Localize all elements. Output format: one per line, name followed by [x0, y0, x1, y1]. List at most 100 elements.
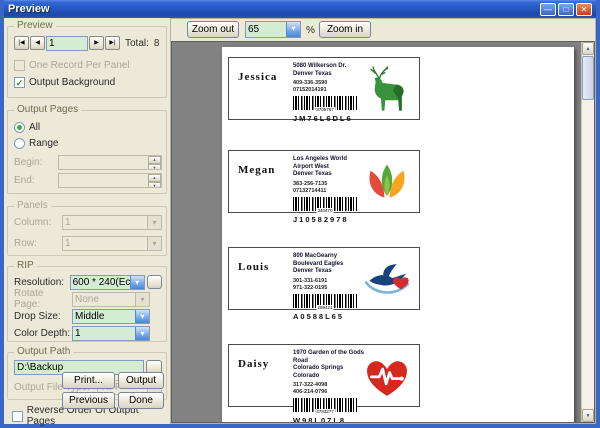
close-icon[interactable]: ✕	[576, 3, 592, 16]
color-depth-select[interactable]: 1 ▾	[72, 326, 150, 341]
all-label: All	[29, 122, 40, 133]
output-pages-group-label: Output Pages	[14, 104, 81, 115]
spin-up-icon[interactable]: ▲	[148, 156, 161, 164]
all-radio[interactable]	[14, 122, 25, 133]
begin-input[interactable]: ▲▼	[58, 155, 162, 170]
chevron-down-icon[interactable]: ▾	[130, 276, 144, 289]
spin-down-icon[interactable]: ▼	[148, 164, 161, 170]
window-title: Preview	[8, 3, 538, 15]
vertical-scrollbar[interactable]: ▲ ▼	[581, 42, 594, 422]
output-button[interactable]: Output	[118, 372, 164, 389]
lotus-logo-icon	[361, 156, 413, 208]
preview-window: Preview ― □ ✕ Preview |◀ ◀ 1 ▶ ▶| Total:…	[0, 0, 600, 428]
label-content: Los Angeles World Airport West Denver Te…	[293, 156, 367, 224]
panels-group-label: Panels	[14, 200, 51, 211]
first-record-icon[interactable]: |◀	[14, 36, 29, 50]
begin-row: Begin: ▲▼	[14, 154, 162, 170]
label-address-line1: 1970 Garden of the Gods Road	[293, 350, 367, 365]
label-code: J10582978	[293, 215, 367, 224]
end-input[interactable]: ▲▼	[58, 173, 162, 188]
zoom-out-button[interactable]: Zoom out	[187, 21, 239, 38]
window-body: Preview |◀ ◀ 1 ▶ ▶| Total: 8 One Record …	[4, 18, 596, 424]
begin-spinner[interactable]: ▲▼	[148, 156, 161, 169]
label-code: JM76L6DL6	[293, 114, 367, 123]
chevron-down-icon[interactable]: ▾	[286, 22, 300, 37]
label-code: W98L07L8	[293, 416, 367, 423]
last-record-icon[interactable]: ▶|	[105, 36, 120, 50]
scroll-down-icon[interactable]: ▼	[582, 409, 594, 422]
print-button[interactable]: Print...	[62, 372, 115, 389]
spin-down-icon[interactable]: ▼	[148, 182, 161, 188]
label-card: Megan Los Angeles World Airport West Den…	[228, 150, 420, 213]
label-name: Megan	[238, 164, 290, 176]
chevron-down-icon[interactable]: ▾	[135, 310, 149, 323]
record-number-input[interactable]: 1	[46, 36, 88, 51]
barcode: 289421	[293, 294, 357, 308]
label-phone-line1: 383-256-7135	[293, 181, 367, 188]
next-record-icon[interactable]: ▶	[89, 36, 104, 50]
barcode: 3705767	[293, 96, 357, 110]
color-depth-row: Color Depth: 1 ▾	[14, 325, 162, 341]
label-phone-line1: 301-331-6191	[293, 278, 367, 285]
preview-group: Preview |◀ ◀ 1 ▶ ▶| Total: 8 One Record …	[7, 26, 167, 98]
reverse-order-row: Reverse Order Of Output Pages	[12, 408, 166, 424]
label-phone-line2: 971-322-0195	[293, 285, 367, 292]
titlebar[interactable]: Preview ― □ ✕	[4, 0, 596, 18]
rotate-page-select[interactable]: None ▾	[72, 292, 150, 307]
maximize-icon[interactable]: □	[558, 3, 574, 16]
range-radio-row: Range	[14, 135, 162, 151]
done-button[interactable]: Done	[118, 392, 164, 409]
zoom-toolbar: Zoom out 65 ▾ % Zoom in	[171, 19, 595, 41]
zoom-in-button[interactable]: Zoom in	[319, 21, 371, 38]
column-value: 1	[65, 217, 71, 228]
drop-size-value: Middle	[75, 311, 104, 322]
label-address-line2: Denver Texas	[293, 71, 367, 79]
label-name: Daisy	[238, 358, 290, 370]
scroll-up-icon[interactable]: ▲	[582, 42, 594, 55]
label-address-line2: Colorado Springs Colorado	[293, 365, 367, 380]
range-label: Range	[29, 138, 58, 149]
column-label: Column:	[14, 217, 62, 228]
rip-group: RIP Resolution: 600 * 240(Econo ▾ Rotate…	[7, 266, 167, 342]
resolution-browse-button[interactable]	[147, 275, 162, 289]
spin-up-icon[interactable]: ▲	[148, 174, 161, 182]
label-code: A0588L65	[293, 312, 367, 321]
rotate-page-row: Rotate Page: None ▾	[14, 291, 162, 307]
label-address-line1: Los Angeles World Airport West	[293, 156, 367, 171]
label-content: 5080 Wilkerson Dr. Denver Texas 409-336-…	[293, 63, 367, 123]
zoom-level-select[interactable]: 65 ▾	[245, 21, 301, 38]
end-label: End:	[14, 175, 58, 186]
previous-record-icon[interactable]: ◀	[30, 36, 45, 50]
total-value: 8	[154, 38, 160, 49]
output-background-checkbox[interactable]: ✓	[14, 77, 25, 88]
chevron-down-icon[interactable]: ▾	[147, 216, 161, 229]
resolution-select[interactable]: 600 * 240(Econo ▾	[70, 275, 145, 290]
resolution-label: Resolution:	[14, 277, 70, 288]
column-select[interactable]: 1 ▾	[62, 215, 162, 230]
previous-button[interactable]: Previous	[62, 392, 115, 409]
drop-size-label: Drop Size:	[14, 311, 72, 322]
preview-canvas[interactable]: Jessica 5080 Wilkerson Dr. Denver Texas …	[171, 41, 595, 423]
end-row: End: ▲▼	[14, 172, 162, 188]
chevron-down-icon[interactable]: ▾	[135, 327, 149, 340]
chevron-down-icon[interactable]: ▾	[147, 237, 161, 250]
chevron-down-icon[interactable]: ▾	[135, 293, 149, 306]
output-background-checkbox-row: ✓ Output Background	[14, 74, 162, 90]
barcode: 4783277	[293, 398, 357, 412]
minimize-icon[interactable]: ―	[540, 3, 556, 16]
label-content: 800 MacGearny Boulevard Eagles Denver Te…	[293, 253, 367, 321]
reverse-order-checkbox[interactable]	[12, 411, 23, 422]
drop-size-row: Drop Size: Middle ▾	[14, 308, 162, 324]
one-record-checkbox[interactable]	[14, 60, 25, 71]
row-select[interactable]: 1 ▾	[62, 236, 162, 251]
drop-size-select[interactable]: Middle ▾	[72, 309, 150, 324]
label-phone-line1: 409-336-3590	[293, 80, 367, 87]
range-radio[interactable]	[14, 138, 25, 149]
label-phone-line2: 07132714411	[293, 188, 367, 195]
scrollbar-thumb[interactable]	[582, 56, 594, 100]
preview-pane: Zoom out 65 ▾ % Zoom in Jessica 5080 Wil…	[170, 18, 596, 424]
output-pages-group: Output Pages All Range Begin: ▲▼	[7, 110, 167, 194]
label-name: Jessica	[238, 71, 290, 83]
end-spinner[interactable]: ▲▼	[148, 174, 161, 187]
one-record-label: One Record Per Panel	[29, 60, 130, 71]
